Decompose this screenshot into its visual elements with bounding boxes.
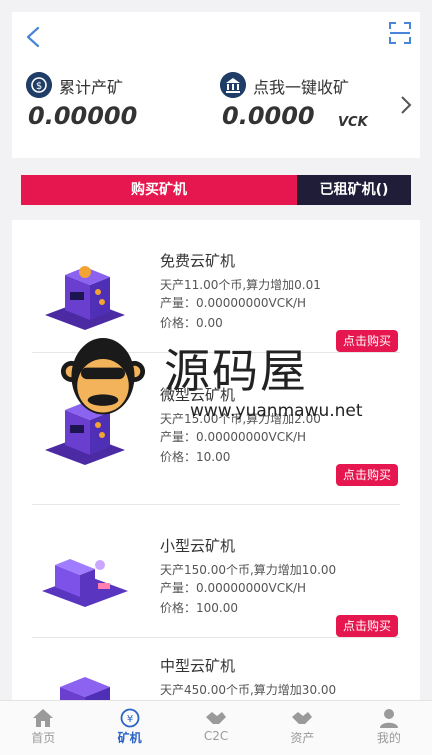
tabbar-home-label: 首页 [31, 731, 56, 745]
miner-image [60, 677, 110, 700]
miner-item: 微型云矿机 天产15.00个币,算力增加2.00 产量：0.00000000VC… [32, 372, 400, 505]
chevron-right-icon[interactable] [400, 95, 412, 115]
user-icon [379, 709, 398, 728]
tabbar-assets-label: 资产 [290, 731, 315, 745]
tabbar-home[interactable]: 首页 [0, 701, 86, 755]
header-card: $ 累计产矿 0.00000 点我一键收矿 0.0000 VCK [12, 12, 420, 158]
buy-button[interactable]: 点击购买 [335, 615, 398, 637]
miner-yield: 产量：0.00000000VCK/H [160, 430, 307, 444]
miner-name: 微型云矿机 [160, 386, 236, 404]
miner-yield: 产量：0.00000000VCK/H [160, 296, 307, 310]
miner-yield: 产量：0.00000000VCK/H [160, 581, 307, 595]
scan-icon[interactable] [388, 21, 412, 45]
miner-image [45, 266, 125, 330]
back-arrow-icon[interactable] [24, 26, 44, 48]
miner-item: 中型云矿机 天产450.00个币,算力增加30.00 [32, 637, 400, 700]
coin-icon: $ [26, 72, 52, 98]
miner-price: 价格：0.00 [160, 316, 223, 330]
miner-price: 价格：10.00 [160, 450, 231, 464]
svg-text:$: $ [36, 81, 42, 92]
miner-name: 小型云矿机 [160, 537, 236, 555]
total-output-value: 0.00000 [28, 102, 138, 130]
miner-icon: ¥ [120, 708, 140, 728]
miner-price: 价格：100.00 [160, 601, 238, 615]
tabbar-profile[interactable]: 我的 [346, 701, 432, 755]
home-icon [33, 709, 54, 727]
handshake-icon [206, 712, 227, 724]
miner-list: 免费云矿机 天产11.00个币,算力增加0.01 产量：0.00000000VC… [12, 220, 420, 700]
total-output-label: 累计产矿 [59, 78, 124, 97]
miner-item: 免费云矿机 天产11.00个币,算力增加0.01 产量：0.00000000VC… [32, 220, 400, 353]
tabbar-c2c[interactable]: C2C [173, 701, 259, 755]
tabbar-miner-label: 矿机 [117, 731, 142, 745]
miner-tabs: 购买矿机 已租矿机() [21, 175, 411, 205]
svg-text:¥: ¥ [126, 714, 132, 725]
miner-output: 天产11.00个币,算力增加0.01 [160, 278, 321, 292]
collect-label: 点我一键收矿 [253, 78, 350, 97]
bank-icon [220, 72, 246, 98]
miner-name: 免费云矿机 [160, 252, 236, 270]
miner-image [45, 402, 125, 465]
tab-buy-miner[interactable]: 购买矿机 [21, 175, 297, 205]
miner-output: 天产450.00个币,算力增加30.00 [160, 683, 337, 697]
tabbar-profile-label: 我的 [376, 731, 401, 745]
miner-image [42, 559, 128, 607]
miner-name: 中型云矿机 [160, 657, 236, 675]
tab-rented-miner[interactable]: 已租矿机() [297, 175, 411, 205]
collect-value: 0.0000 [222, 102, 315, 130]
miner-output: 天产15.00个币,算力增加2.00 [160, 412, 321, 426]
miner-item: 小型云矿机 天产150.00个币,算力增加10.00 产量：0.00000000… [32, 505, 400, 638]
tabbar-c2c-label: C2C [203, 729, 229, 743]
tabbar-assets[interactable]: 资产 [259, 701, 345, 755]
unit-label: VCK [338, 115, 368, 130]
miner-output: 天产150.00个币,算力增加10.00 [160, 563, 337, 577]
buy-button[interactable]: 点击购买 [335, 464, 398, 486]
bottom-tabbar: 首页 ¥ 矿机 C2C 资产 我的 [0, 700, 432, 755]
wallet-icon [292, 712, 313, 724]
buy-button[interactable]: 点击购买 [335, 330, 398, 352]
tabbar-miner[interactable]: ¥ 矿机 [86, 701, 172, 755]
